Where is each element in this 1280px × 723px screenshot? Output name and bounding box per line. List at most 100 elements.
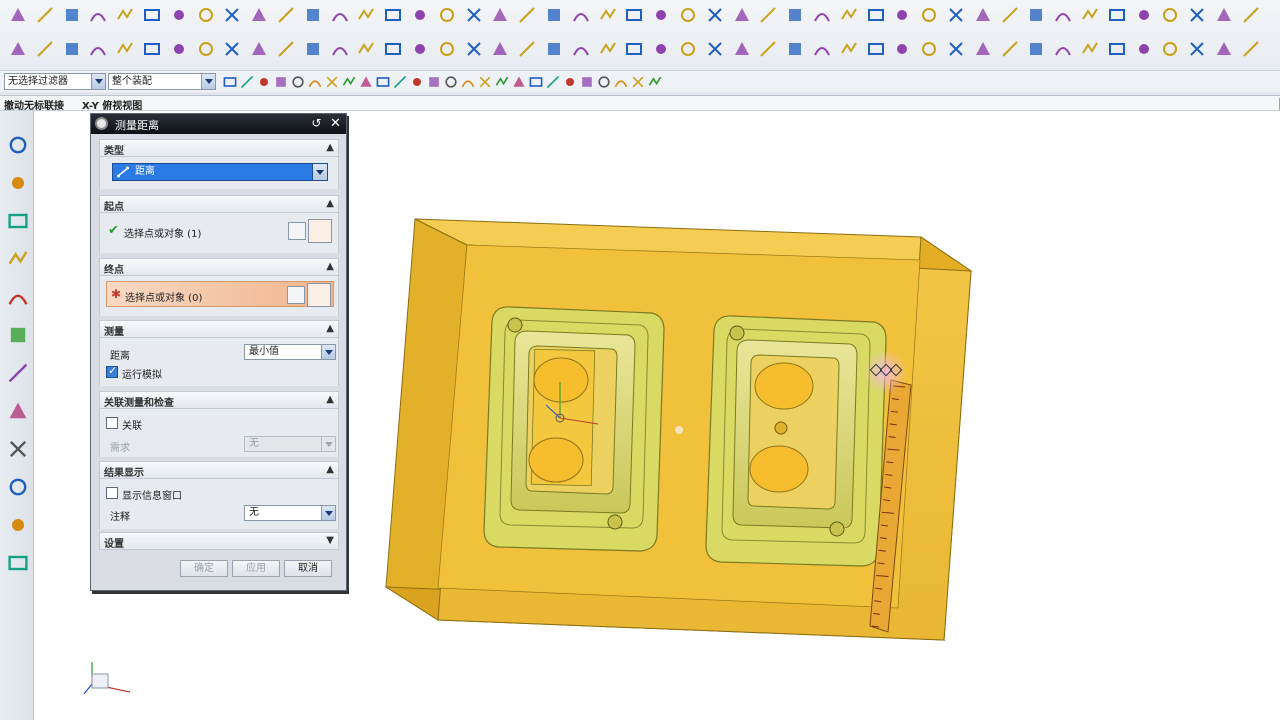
revolve-icon[interactable] bbox=[426, 74, 442, 90]
cone-icon[interactable] bbox=[460, 74, 476, 90]
sketch-icon[interactable] bbox=[62, 5, 82, 25]
spline-icon[interactable] bbox=[1000, 39, 1020, 59]
datum-icon[interactable] bbox=[544, 5, 564, 25]
block-icon[interactable] bbox=[169, 39, 189, 59]
extrude-icon[interactable] bbox=[256, 74, 272, 90]
process-studio-icon[interactable] bbox=[6, 437, 30, 463]
view-icon[interactable] bbox=[356, 5, 376, 25]
cavity-right[interactable] bbox=[705, 315, 887, 567]
arc-icon[interactable] bbox=[437, 39, 457, 59]
hole-icon[interactable] bbox=[142, 5, 162, 25]
reuse-library-icon[interactable] bbox=[6, 247, 30, 273]
reset-icon[interactable]: ↺ bbox=[309, 116, 324, 131]
cylinder-icon[interactable] bbox=[1214, 5, 1234, 25]
cone-icon[interactable] bbox=[1241, 5, 1261, 25]
annotation-combo[interactable]: 无 bbox=[244, 505, 336, 521]
point-constructor-icon[interactable] bbox=[308, 219, 332, 243]
chevron-down-icon[interactable] bbox=[201, 74, 215, 89]
datum-icon[interactable] bbox=[562, 74, 578, 90]
block-icon[interactable] bbox=[678, 39, 698, 59]
part-navigator-icon[interactable] bbox=[6, 209, 30, 235]
datum-icon[interactable] bbox=[35, 39, 55, 59]
history-icon[interactable] bbox=[6, 323, 30, 349]
measure-icon[interactable] bbox=[276, 39, 296, 59]
sphere-icon[interactable] bbox=[758, 5, 778, 25]
cylinder-icon[interactable] bbox=[705, 5, 725, 25]
hole-icon[interactable] bbox=[1160, 39, 1180, 59]
cancel-button[interactable]: 取消 bbox=[284, 560, 332, 577]
constraint-navigator-icon[interactable] bbox=[6, 171, 30, 197]
section-start-header[interactable]: 起点 ▲ bbox=[99, 195, 339, 213]
apply-button[interactable]: 应用 bbox=[232, 560, 280, 577]
sphere-icon[interactable] bbox=[630, 74, 646, 90]
dialog-titlebar[interactable]: 测量距离 ↺ ✕ bbox=[91, 114, 346, 134]
spline-icon[interactable] bbox=[490, 39, 510, 59]
roles-icon[interactable] bbox=[6, 513, 30, 539]
hole-icon[interactable] bbox=[142, 39, 162, 59]
sphere-icon[interactable] bbox=[758, 39, 778, 59]
hole-icon[interactable] bbox=[1160, 5, 1180, 25]
view-icon[interactable] bbox=[356, 39, 376, 59]
extrude-icon[interactable] bbox=[579, 74, 595, 90]
line-icon[interactable] bbox=[358, 74, 374, 90]
cylinder-icon[interactable] bbox=[705, 39, 725, 59]
type-select[interactable]: 距离 bbox=[112, 163, 328, 181]
circle-center-icon[interactable] bbox=[330, 5, 350, 25]
hole-icon[interactable] bbox=[273, 74, 289, 90]
spline-icon[interactable] bbox=[222, 74, 238, 90]
run-simulation-checkbox[interactable] bbox=[106, 364, 118, 378]
line-icon[interactable] bbox=[410, 5, 430, 25]
revolve-icon[interactable] bbox=[115, 39, 135, 59]
revolve-icon[interactable] bbox=[115, 5, 135, 25]
revolve-icon[interactable] bbox=[624, 39, 644, 59]
block-icon[interactable] bbox=[169, 5, 189, 25]
sketch-icon[interactable] bbox=[571, 5, 591, 25]
manufacturing-wizard-icon[interactable] bbox=[6, 475, 30, 501]
spline-icon[interactable] bbox=[545, 74, 561, 90]
web-browser-icon[interactable] bbox=[6, 285, 30, 311]
chevron-down-icon[interactable] bbox=[321, 505, 336, 521]
snap-point-icon[interactable] bbox=[324, 74, 340, 90]
extrude-icon[interactable] bbox=[88, 5, 108, 25]
line-icon[interactable] bbox=[410, 39, 430, 59]
line-icon[interactable] bbox=[919, 39, 939, 59]
block-icon[interactable] bbox=[1187, 39, 1207, 59]
measure-icon[interactable] bbox=[785, 5, 805, 25]
circle-center-icon[interactable] bbox=[494, 74, 510, 90]
measure-icon[interactable] bbox=[276, 5, 296, 25]
hole-icon[interactable] bbox=[651, 5, 671, 25]
cylinder-icon[interactable] bbox=[196, 39, 216, 59]
sketch-icon[interactable] bbox=[62, 39, 82, 59]
layer-icon[interactable] bbox=[511, 74, 527, 90]
layer-icon[interactable] bbox=[383, 39, 403, 59]
datum-icon[interactable] bbox=[1053, 5, 1073, 25]
line-icon[interactable] bbox=[919, 5, 939, 25]
block-icon[interactable] bbox=[1187, 5, 1207, 25]
cone-icon[interactable] bbox=[732, 5, 752, 25]
circle-center-icon[interactable] bbox=[839, 5, 859, 25]
extrude-icon[interactable] bbox=[1107, 5, 1127, 25]
extrude-icon[interactable] bbox=[598, 5, 618, 25]
point-dialog-icon[interactable] bbox=[288, 222, 306, 240]
measure-icon[interactable] bbox=[785, 39, 805, 59]
text-icon[interactable] bbox=[392, 74, 408, 90]
palette-icon[interactable] bbox=[6, 551, 30, 577]
view-icon[interactable] bbox=[866, 5, 886, 25]
text-icon[interactable] bbox=[8, 39, 28, 59]
section-settings-header[interactable]: 设置 ▼ bbox=[99, 532, 339, 550]
layer-icon[interactable] bbox=[892, 5, 912, 25]
revolve-icon[interactable] bbox=[1134, 39, 1154, 59]
snap-point-icon[interactable] bbox=[303, 5, 323, 25]
assembly-navigator-icon[interactable] bbox=[6, 133, 30, 159]
rectangle-icon[interactable] bbox=[464, 39, 484, 59]
extrude-icon[interactable] bbox=[598, 39, 618, 59]
text-icon[interactable] bbox=[1026, 5, 1046, 25]
revolve-icon[interactable] bbox=[1134, 5, 1154, 25]
rectangle-icon[interactable] bbox=[973, 39, 993, 59]
circle-center-icon[interactable] bbox=[330, 39, 350, 59]
section-results-header[interactable]: 结果显示 ▲ bbox=[99, 461, 339, 479]
snap-point-icon[interactable] bbox=[647, 74, 663, 90]
info-window-checkbox[interactable] bbox=[106, 487, 118, 499]
point-dialog-icon[interactable] bbox=[287, 286, 305, 304]
snap-point-icon[interactable] bbox=[812, 5, 832, 25]
